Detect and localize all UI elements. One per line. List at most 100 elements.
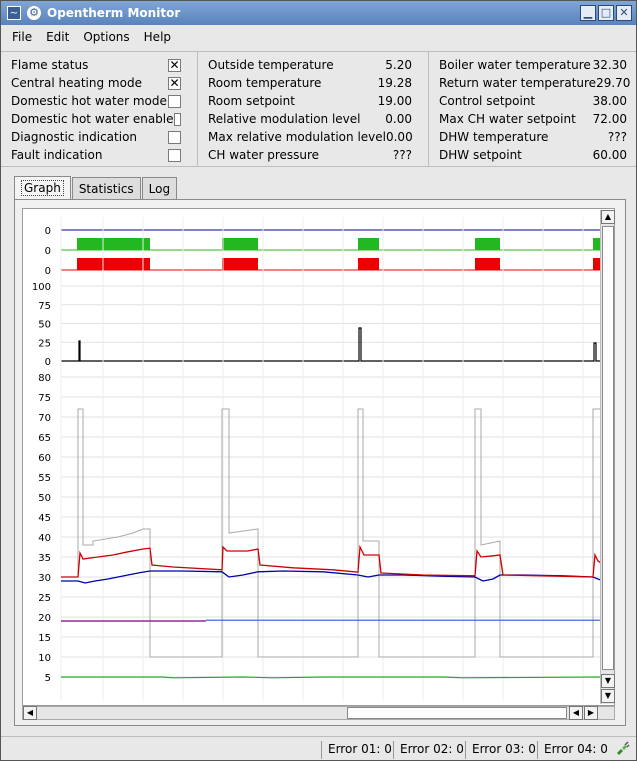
horizontal-scroll-thumb[interactable] <box>347 707 567 719</box>
window-menu-icon[interactable]: ~ <box>7 6 21 20</box>
scroll-left-end-button[interactable]: ◀ <box>569 706 583 720</box>
fault-checkbox[interactable] <box>168 148 181 162</box>
vertical-scrollbar[interactable]: ▲ ▼ ▼ <box>600 210 615 704</box>
reading-label: CH water pressure <box>208 148 320 162</box>
reading-label: Relative modulation level <box>208 112 361 126</box>
temperature-tick-label: 5 <box>45 673 51 684</box>
flag-row-label: 0 <box>45 266 51 277</box>
menu-options[interactable]: Options <box>76 30 136 44</box>
menu-bar: File Edit Options Help <box>1 25 636 49</box>
graph-plot: 0 0 0 100 75 50 25 0 80 75 70 65 60 55 50 45 40 35 30 25 20 1… <box>32 217 602 701</box>
reading-value: 19.00 <box>377 94 412 108</box>
tab-graph[interactable]: Graph <box>14 176 71 199</box>
graph-canvas[interactable]: 0 0 0 100 75 50 25 0 80 75 70 65 60 55 50 45 40 35 30 25 20 1… <box>22 208 615 706</box>
reading-row: Max CH water setpoint 72.00 <box>439 110 627 128</box>
reading-label: DHW temperature <box>439 130 549 144</box>
error-label: Error 03: <box>472 742 525 756</box>
reading-label: Return water temperature <box>439 76 597 90</box>
reading-value: 19.28 <box>377 76 412 90</box>
graph-panel: 0 0 0 100 75 50 25 0 80 75 70 65 60 55 50 45 40 35 30 25 20 1… <box>14 199 626 726</box>
menu-file[interactable]: File <box>5 30 39 44</box>
scroll-up-button[interactable]: ▲ <box>601 210 615 224</box>
flag-row: Domestic hot water enable <box>11 110 181 128</box>
diagnostic-checkbox[interactable] <box>168 130 181 144</box>
flame-bar <box>475 258 500 270</box>
modulation-tick-label: 75 <box>38 301 51 312</box>
window-title: Opentherm Monitor <box>47 6 181 20</box>
flag-row: Flame status ✕ <box>11 56 181 74</box>
connection-plug-icon[interactable] <box>614 740 630 756</box>
horizontal-scrollbar[interactable]: ◀ ◀ ▶ <box>22 706 615 720</box>
reading-row: Return water temperature 29.70 <box>439 74 630 92</box>
readings-right: Boiler water temperature 32.30 Return wat… <box>439 56 630 164</box>
flag-label: Domestic hot water enable <box>11 112 174 126</box>
scroll-left-button[interactable]: ◀ <box>23 706 37 720</box>
flag-label: Diagnostic indication <box>11 130 138 144</box>
flag-row: Domestic hot water mode <box>11 92 181 110</box>
status-panel: Flame status ✕ Central heating mode ✕ Dome… <box>1 51 636 167</box>
flame-status-checkbox[interactable]: ✕ <box>168 58 181 72</box>
modulation-tick-label: 100 <box>32 282 51 293</box>
temperature-tick-label: 20 <box>38 613 51 624</box>
reading-row: DHW setpoint 60.00 <box>439 146 627 164</box>
reading-value: 0.00 <box>385 130 413 144</box>
reading-label: Room setpoint <box>208 94 295 108</box>
reading-row: Room setpoint 19.00 <box>208 92 412 110</box>
tab-log[interactable]: Log <box>141 177 178 199</box>
reading-row: Boiler water temperature 32.30 <box>439 56 627 74</box>
central-heating-checkbox[interactable]: ✕ <box>168 76 181 90</box>
menu-edit[interactable]: Edit <box>39 30 76 44</box>
reading-label: Max CH water setpoint <box>439 112 576 126</box>
error-value: 0 <box>384 742 392 756</box>
reading-value: 0.00 <box>385 112 412 126</box>
ch-mode-bar <box>475 238 500 250</box>
reading-row: Control setpoint 38.00 <box>439 92 627 110</box>
error-value: 0 <box>456 742 464 756</box>
temperature-tick-label: 65 <box>38 433 51 444</box>
temperature-tick-label: 10 <box>38 653 51 664</box>
modulation-tick-label: 50 <box>38 320 51 331</box>
minimize-button[interactable]: ▁ <box>580 5 596 21</box>
temperature-tick-label: 70 <box>38 413 51 424</box>
reading-row: Relative modulation level 0.00 <box>208 110 412 128</box>
scroll-right-button[interactable]: ▶ <box>584 706 598 720</box>
flag-label: Domestic hot water mode <box>11 94 167 108</box>
flag-label: Central heating mode <box>11 76 142 90</box>
status-flags: Flame status ✕ Central heating mode ✕ Dome… <box>11 56 181 164</box>
error-04-indicator: Error 04: 0 <box>537 741 608 759</box>
maximize-button[interactable]: □ <box>598 5 614 21</box>
reading-row: Room temperature 19.28 <box>208 74 412 92</box>
reading-value: 60.00 <box>592 148 627 162</box>
temperature-tick-label: 30 <box>38 573 51 584</box>
outside-temperature-line <box>61 676 602 679</box>
title-bar[interactable]: ~ ⚙ Opentherm Monitor ▁ □ ✕ <box>1 1 636 25</box>
scroll-down-button[interactable]: ▼ <box>601 674 615 688</box>
temperature-tick-label: 45 <box>38 513 51 524</box>
error-label: Error 01: <box>328 742 381 756</box>
readings-middle: Outside temperature 5.20 Room temperature… <box>208 56 413 164</box>
divider <box>197 52 198 166</box>
error-value: 0 <box>528 742 536 756</box>
menu-help[interactable]: Help <box>137 30 178 44</box>
temperature-tick-label: 60 <box>38 453 51 464</box>
reading-label: Outside temperature <box>208 58 334 72</box>
error-03-indicator: Error 03: 0 <box>465 741 536 759</box>
reading-value: 38.00 <box>592 94 627 108</box>
reading-row: CH water pressure??? <box>208 146 412 164</box>
tab-label: Graph <box>21 180 64 196</box>
tab-label: Log <box>148 181 171 196</box>
flame-bar <box>77 258 150 270</box>
flag-label: Flame status <box>11 58 89 72</box>
status-bar: Error 01: 0 Error 02: 0 Error 03: 0 Erro… <box>1 736 636 760</box>
dhw-enable-checkbox[interactable] <box>173 112 181 126</box>
modulation-line <box>61 327 601 362</box>
flag-row: Diagnostic indication <box>11 128 181 146</box>
scroll-down-end-button[interactable]: ▼ <box>601 689 615 703</box>
close-button[interactable]: ✕ <box>616 5 632 21</box>
dhw-mode-checkbox[interactable] <box>168 94 181 108</box>
tab-statistics[interactable]: Statistics <box>71 177 141 199</box>
flag-row-label: 0 <box>45 246 51 257</box>
modulation-tick-label: 25 <box>38 338 51 349</box>
reading-label: Boiler water temperature <box>439 58 591 72</box>
vertical-scroll-thumb[interactable] <box>602 226 614 670</box>
